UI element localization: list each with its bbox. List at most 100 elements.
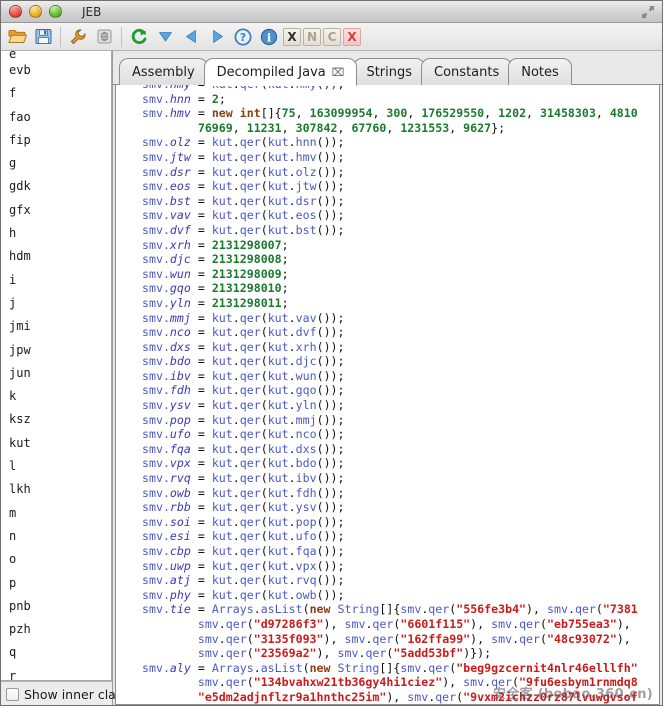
- sidebar-item-lkh[interactable]: lkh: [1, 478, 111, 501]
- code-viewer[interactable]: smv.hmy = kut.qer(kut.hmy());smv.hnn = 2…: [115, 85, 660, 705]
- code-token: smv.: [142, 602, 170, 616]
- show-inner-classes-row[interactable]: Show inner cla: [1, 681, 112, 706]
- tab-assembly[interactable]: Assembly: [119, 58, 208, 85]
- code-token: vpx: [296, 559, 317, 573]
- code-token: qer: [372, 617, 393, 631]
- code-token: kut: [212, 427, 233, 441]
- sidebar-item-k[interactable]: k: [1, 385, 111, 408]
- code-token: 2131298009: [212, 267, 282, 281]
- code-token: kut: [212, 398, 233, 412]
- code-token: (: [261, 573, 268, 587]
- code-token: kut: [212, 588, 233, 602]
- code-line: smv.tie = Arrays.asList(new String[]{smv…: [142, 602, 659, 617]
- code-token: "162ffa99": [400, 632, 470, 646]
- code-token: .: [219, 617, 226, 631]
- code-token: ());: [317, 135, 345, 149]
- code-token: ());: [317, 442, 345, 456]
- code-token: .: [289, 588, 296, 602]
- arrow-right-icon[interactable]: [205, 25, 229, 49]
- code-line: smv.fdh = kut.qer(kut.gqo());: [142, 383, 659, 398]
- code-token: ;: [282, 238, 289, 252]
- code-token: qer: [240, 179, 261, 193]
- help-icon[interactable]: ?: [231, 25, 255, 49]
- code-token: new: [310, 661, 331, 675]
- code-line: smv.pop = kut.qer(kut.mmj());: [142, 413, 659, 428]
- sidebar-item-jpw[interactable]: jpw: [1, 339, 111, 362]
- sidebar-item-fao[interactable]: fao: [1, 106, 111, 129]
- code-token: 9627: [463, 121, 491, 135]
- c-button[interactable]: C: [323, 28, 341, 46]
- sidebar-item-pnb[interactable]: pnb: [1, 595, 111, 618]
- sidebar-item-pzh[interactable]: pzh: [1, 618, 111, 641]
- x-button[interactable]: X: [283, 28, 301, 46]
- code-token: .: [233, 165, 240, 179]
- show-inner-classes-checkbox[interactable]: [6, 688, 19, 701]
- open-file-button[interactable]: [5, 25, 29, 49]
- sidebar-item-h[interactable]: h: [1, 222, 111, 245]
- sidebar-item-m[interactable]: m: [1, 502, 111, 525]
- sidebar-item-evb[interactable]: evb: [1, 59, 111, 82]
- code-token: qer: [240, 573, 261, 587]
- sidebar-item-gdk[interactable]: gdk: [1, 175, 111, 198]
- class-list[interactable]: eevbffaofipggdkgfxhhdmijjmijpwjunkkszkut…: [1, 51, 112, 681]
- sidebar-item-fip[interactable]: fip: [1, 129, 111, 152]
- info-icon[interactable]: i: [257, 25, 281, 49]
- tab-label: Assembly: [132, 65, 195, 80]
- code-token: qer: [519, 632, 540, 646]
- code-token: kut: [212, 500, 233, 514]
- fullscreen-icon[interactable]: [640, 4, 656, 20]
- code-token: =: [191, 325, 212, 339]
- tab-decompiled-java[interactable]: Decompiled Java⌧: [204, 58, 358, 86]
- arrow-down-icon[interactable]: [153, 25, 177, 49]
- sidebar-item-ksz[interactable]: ksz: [1, 408, 111, 431]
- code-token: mmj: [296, 413, 317, 427]
- sidebar-item-gfx[interactable]: gfx: [1, 199, 111, 222]
- code-token: =: [191, 573, 212, 587]
- code-token: qer: [240, 559, 261, 573]
- x-red-button[interactable]: X: [343, 28, 361, 46]
- code-token: ());: [317, 369, 345, 383]
- sidebar-item-jun[interactable]: jun: [1, 362, 111, 385]
- sidebar-item-r[interactable]: r: [1, 665, 111, 681]
- code-token: eos: [170, 179, 191, 193]
- code-token: .: [512, 632, 519, 646]
- sidebar-item-p[interactable]: p: [1, 572, 111, 595]
- sidebar-item-e[interactable]: e: [1, 51, 111, 59]
- minimize-window-button[interactable]: [29, 5, 42, 18]
- sidebar-item-j[interactable]: j: [1, 292, 111, 315]
- code-line: smv.nco = kut.qer(kut.dvf());: [142, 325, 659, 340]
- sidebar-item-l[interactable]: l: [1, 455, 111, 478]
- maximize-window-button[interactable]: [49, 5, 62, 18]
- code-token: dsr: [296, 194, 317, 208]
- code-token: bdo: [170, 354, 191, 368]
- settings-button[interactable]: [66, 25, 90, 49]
- code-line: smv.qer("23569a2"), smv.qer("5add53bf")}…: [142, 646, 659, 661]
- save-button[interactable]: [31, 25, 55, 49]
- sidebar-item-hdm[interactable]: hdm: [1, 245, 111, 268]
- close-window-button[interactable]: [9, 5, 22, 18]
- code-content[interactable]: smv.hmy = kut.qer(kut.hmy());smv.hnn = 2…: [116, 85, 659, 705]
- sidebar-item-q[interactable]: q: [1, 641, 111, 664]
- sidebar-item-n[interactable]: n: [1, 525, 111, 548]
- tab-notes[interactable]: Notes: [508, 58, 572, 85]
- tab-close-icon[interactable]: ⌧: [332, 66, 345, 79]
- code-token: qer: [240, 442, 261, 456]
- code-token: ),: [324, 632, 345, 646]
- tab-strings[interactable]: Strings: [353, 58, 425, 85]
- sidebar-item-g[interactable]: g: [1, 152, 111, 175]
- arrow-left-icon[interactable]: [179, 25, 203, 49]
- sidebar-item-jmi[interactable]: jmi: [1, 315, 111, 338]
- tab-constants[interactable]: Constants: [421, 58, 512, 85]
- code-token: phy: [170, 588, 191, 602]
- code-token: smv.: [142, 427, 170, 441]
- debug-button[interactable]: [92, 25, 116, 49]
- sidebar-item-kut[interactable]: kut: [1, 432, 111, 455]
- n-button[interactable]: N: [303, 28, 321, 46]
- code-token: (: [261, 208, 268, 222]
- refresh-button[interactable]: [127, 25, 151, 49]
- sidebar-item-i[interactable]: i: [1, 269, 111, 292]
- sidebar-item-f[interactable]: f: [1, 82, 111, 105]
- sidebar-item-o[interactable]: o: [1, 548, 111, 571]
- code-token: ());: [317, 413, 345, 427]
- code-token: (: [261, 311, 268, 325]
